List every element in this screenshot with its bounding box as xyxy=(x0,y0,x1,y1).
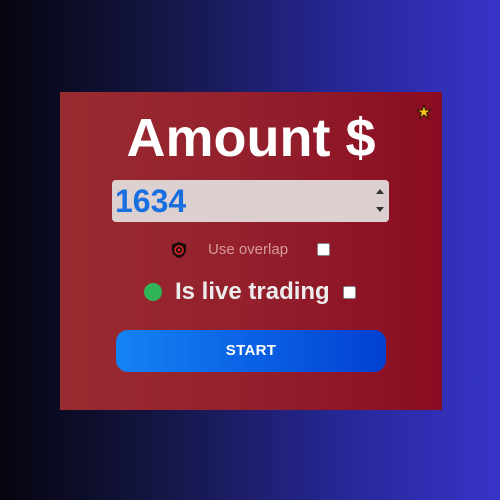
live-trading-checkbox[interactable] xyxy=(343,286,356,299)
use-overlap-checkbox[interactable] xyxy=(317,243,330,256)
overlap-row: Use overlap xyxy=(170,240,370,260)
amount-input[interactable]: 1634 xyxy=(112,180,389,222)
amount-value[interactable]: 1634 xyxy=(115,182,186,220)
start-button[interactable]: START xyxy=(116,330,386,372)
panel-title: Amount $ xyxy=(126,108,376,168)
trading-panel: ★ Amount $ 1634 Use overlap Is live trad… xyxy=(60,92,442,410)
spin-down-icon[interactable] xyxy=(376,207,384,212)
live-trading-label: Is live trading xyxy=(175,278,330,305)
shield-icon xyxy=(172,242,186,258)
spin-up-icon[interactable] xyxy=(376,189,384,194)
amount-spinner[interactable] xyxy=(373,183,387,219)
live-trading-row: Is live trading xyxy=(144,278,374,305)
use-overlap-label: Use overlap xyxy=(208,241,289,258)
live-status-dot xyxy=(144,283,162,301)
